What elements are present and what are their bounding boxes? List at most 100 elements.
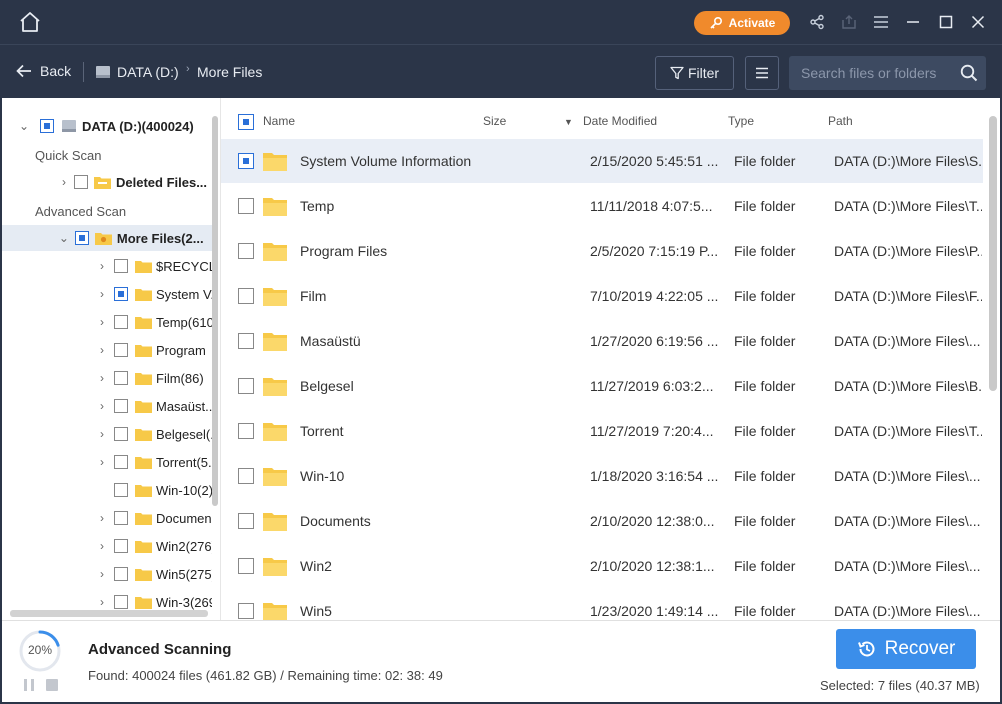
tree-more-files-checkbox[interactable] bbox=[74, 231, 89, 245]
tree-item-checkbox[interactable] bbox=[114, 511, 128, 525]
maximize-icon[interactable] bbox=[937, 13, 955, 31]
table-row[interactable]: Belgesel 11/27/2019 6:03:2... File folder D… bbox=[221, 364, 983, 408]
chevron-right-icon[interactable] bbox=[96, 484, 108, 496]
table-row[interactable]: System Volume Information 2/15/2020 5:45:… bbox=[221, 139, 983, 183]
list-vertical-scroll-thumb[interactable] bbox=[989, 116, 997, 391]
row-checkbox[interactable] bbox=[238, 423, 254, 439]
table-row[interactable]: Documents 2/10/2020 12:38:0... File folder… bbox=[221, 499, 983, 543]
table-row[interactable]: Win2 2/10/2020 12:38:1... File folder DATA … bbox=[221, 544, 983, 588]
tree-item[interactable]: › Masaüst... bbox=[96, 393, 214, 419]
tree-item[interactable]: › Program bbox=[96, 337, 214, 363]
row-checkbox[interactable] bbox=[238, 153, 254, 169]
tree-item-checkbox[interactable] bbox=[114, 567, 128, 581]
tree-item[interactable]: › Win2(276) bbox=[96, 533, 214, 559]
table-row[interactable]: Torrent 11/27/2019 7:20:4... File folder DA… bbox=[221, 409, 983, 453]
tree-item[interactable]: › Win5(275) bbox=[96, 561, 214, 587]
tree-item-checkbox[interactable] bbox=[114, 399, 128, 413]
tree-item-checkbox[interactable] bbox=[114, 371, 128, 385]
chevron-down-icon[interactable]: ⌄ bbox=[58, 231, 70, 245]
tree-item-checkbox[interactable] bbox=[114, 343, 128, 357]
sort-down-icon[interactable]: ▼ bbox=[564, 117, 573, 127]
column-path[interactable]: Path bbox=[828, 114, 853, 128]
row-checkbox[interactable] bbox=[238, 243, 254, 259]
tree-item-checkbox[interactable] bbox=[114, 595, 128, 609]
row-checkbox[interactable] bbox=[238, 333, 254, 349]
chevron-down-icon[interactable]: ⌄ bbox=[18, 119, 30, 133]
tree-root[interactable]: ⌄ DATA (D:)(400024) bbox=[18, 113, 194, 139]
row-checkbox[interactable] bbox=[238, 288, 254, 304]
table-row[interactable]: Film 7/10/2019 4:22:05 ... File folder DATA… bbox=[221, 274, 983, 318]
recover-button[interactable]: Recover bbox=[836, 629, 976, 669]
column-size[interactable]: Size bbox=[483, 114, 506, 128]
tree-item[interactable]: › Temp(610 bbox=[96, 309, 214, 335]
row-checkbox[interactable] bbox=[238, 603, 254, 619]
table-row[interactable]: Program Files 2/5/2020 7:15:19 P... File f… bbox=[221, 229, 983, 273]
column-date-modified[interactable]: Date Modified bbox=[583, 114, 657, 128]
chevron-right-icon[interactable]: › bbox=[96, 455, 108, 469]
minimize-icon[interactable] bbox=[904, 13, 922, 31]
chevron-right-icon[interactable]: › bbox=[96, 371, 108, 385]
chevron-right-icon[interactable]: › bbox=[96, 315, 108, 329]
pause-icon[interactable] bbox=[22, 678, 36, 692]
row-checkbox[interactable] bbox=[238, 513, 254, 529]
column-type[interactable]: Type bbox=[728, 114, 754, 128]
tree-vertical-scroll-thumb[interactable] bbox=[212, 116, 218, 506]
tree-item[interactable]: Win-10(2) bbox=[96, 477, 214, 503]
row-checkbox[interactable] bbox=[238, 468, 254, 484]
tree-item-checkbox[interactable] bbox=[114, 539, 128, 553]
filter-button[interactable]: Filter bbox=[655, 56, 734, 90]
tree-deleted-files[interactable]: › Deleted Files... bbox=[58, 169, 216, 195]
stop-icon[interactable] bbox=[45, 678, 59, 692]
export-icon[interactable] bbox=[840, 13, 858, 31]
chevron-right-icon[interactable]: › bbox=[96, 343, 108, 357]
tree-item-checkbox[interactable] bbox=[114, 315, 128, 329]
tree-more-files[interactable]: ⌄ More Files(2... bbox=[2, 225, 214, 251]
tree-item-checkbox[interactable] bbox=[114, 483, 128, 497]
tree-item-checkbox[interactable] bbox=[114, 287, 128, 301]
share-icon[interactable] bbox=[808, 13, 826, 31]
row-checkbox[interactable] bbox=[238, 558, 254, 574]
search-icon[interactable] bbox=[960, 64, 978, 82]
close-icon[interactable] bbox=[969, 13, 987, 31]
breadcrumb-drive[interactable]: DATA (D:) bbox=[95, 64, 179, 80]
home-icon[interactable] bbox=[18, 11, 42, 33]
table-row[interactable]: Temp 11/11/2018 4:07:5... File folder DATA … bbox=[221, 184, 983, 228]
tree-item[interactable]: › $RECYCL... bbox=[96, 253, 214, 279]
back-button[interactable]: Back bbox=[16, 63, 71, 79]
row-name: Documents bbox=[300, 513, 371, 529]
view-menu-button[interactable] bbox=[745, 56, 779, 90]
tree-item[interactable]: › Belgesel(... bbox=[96, 421, 214, 447]
chevron-right-icon[interactable]: › bbox=[96, 259, 108, 273]
tree-horizontal-scrollbar[interactable] bbox=[10, 610, 208, 617]
table-row[interactable]: Win5 1/23/2020 1:49:14 ... File folder DATA… bbox=[221, 589, 983, 620]
table-row[interactable]: Win-10 1/18/2020 3:16:54 ... File folder DA… bbox=[221, 454, 983, 498]
chevron-right-icon[interactable]: › bbox=[96, 539, 108, 553]
breadcrumb-folder[interactable]: More Files bbox=[197, 64, 262, 80]
tree-item[interactable]: › Film(86) bbox=[96, 365, 214, 391]
row-checkbox[interactable] bbox=[238, 378, 254, 394]
tree-deleted-files-checkbox[interactable] bbox=[74, 175, 88, 189]
tree-item-checkbox[interactable] bbox=[114, 427, 128, 441]
list-vertical-scrollbar[interactable] bbox=[989, 116, 997, 616]
row-checkbox[interactable] bbox=[238, 198, 254, 214]
chevron-right-icon[interactable]: › bbox=[96, 399, 108, 413]
tree-vertical-scrollbar[interactable] bbox=[212, 116, 218, 608]
chevron-right-icon[interactable]: › bbox=[96, 511, 108, 525]
select-all-checkbox[interactable] bbox=[238, 114, 254, 130]
chevron-right-icon[interactable]: › bbox=[96, 427, 108, 441]
tree-item[interactable]: › Torrent(5... bbox=[96, 449, 214, 475]
search-input[interactable] bbox=[789, 56, 954, 90]
chevron-right-icon[interactable]: › bbox=[96, 567, 108, 581]
table-row[interactable]: Masaüstü 1/27/2020 6:19:56 ... File folder… bbox=[221, 319, 983, 363]
chevron-right-icon[interactable]: › bbox=[58, 175, 70, 189]
tree-item[interactable]: › Documen bbox=[96, 505, 214, 531]
activate-button[interactable]: Activate bbox=[694, 11, 790, 35]
column-name[interactable]: Name bbox=[263, 114, 295, 128]
chevron-right-icon[interactable]: › bbox=[96, 287, 108, 301]
tree-item-checkbox[interactable] bbox=[114, 455, 128, 469]
chevron-right-icon[interactable]: › bbox=[96, 595, 108, 609]
tree-item-checkbox[interactable] bbox=[114, 259, 128, 273]
hamburger-icon[interactable] bbox=[872, 13, 890, 31]
tree-item[interactable]: › System V... bbox=[96, 281, 214, 307]
tree-root-checkbox[interactable] bbox=[40, 119, 54, 133]
